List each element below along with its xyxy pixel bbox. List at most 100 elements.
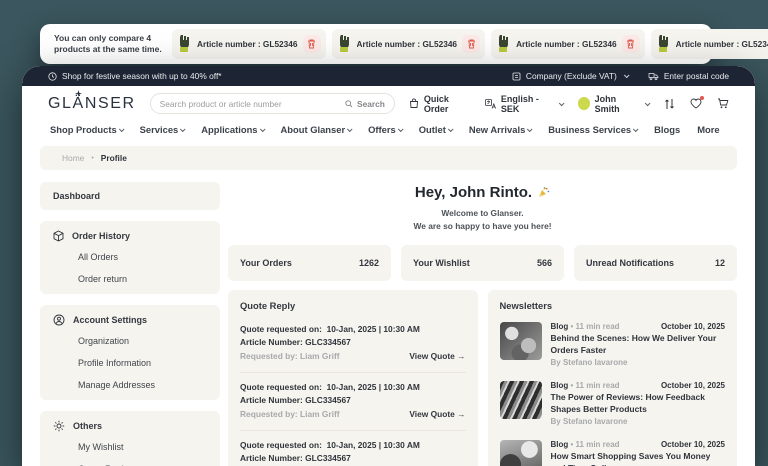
compare-product-chip[interactable]: Article number : GL52346	[491, 29, 645, 59]
user-menu[interactable]: John Smith	[578, 94, 651, 114]
quote-item: Quote requested on: 10-Jan, 2025 | 10:30…	[240, 373, 466, 432]
product-glove-thumbnail	[656, 34, 671, 54]
article-number-label: Article number : GL52346	[675, 39, 768, 49]
nav-services[interactable]: Services	[140, 124, 186, 135]
main-nav: Shop Products Services Applications Abou…	[22, 119, 755, 144]
nav-more[interactable]: More	[697, 124, 719, 135]
sidebar-item-all-orders[interactable]: All Orders	[53, 246, 207, 268]
breadcrumb-home[interactable]: Home	[62, 153, 84, 163]
company-icon	[512, 72, 521, 81]
stat-value: 1262	[358, 258, 379, 269]
greeting-title: Hey, John Rinto.	[415, 184, 550, 201]
sidebar-item-organization[interactable]: Organization	[53, 330, 207, 352]
compare-product-chip[interactable]: Article number : GL52346	[172, 29, 326, 59]
chevron-down-icon	[118, 125, 125, 132]
quote-article-number: Article Number: GLC334567	[240, 395, 351, 406]
account-settings-header[interactable]: Account Settings	[53, 314, 207, 326]
stat-card-notifications[interactable]: Unread Notifications 12	[574, 245, 737, 282]
nav-shop-products[interactable]: Shop Products	[50, 124, 125, 135]
nav-outlet[interactable]: Outlet	[419, 124, 454, 135]
newsletters-title: Newsletters	[499, 300, 553, 312]
nav-applications[interactable]: Applications	[201, 124, 266, 135]
newsletter-thumbnail	[499, 440, 542, 466]
stat-label: Unread Notifications	[586, 258, 675, 269]
postal-code-label: Enter postal code	[663, 71, 729, 81]
glanser-logo[interactable]: GLÄNSER	[48, 89, 136, 113]
wishlist-badge	[700, 96, 704, 100]
others-header[interactable]: Others	[53, 420, 207, 432]
sidebar-item-my-wishlist[interactable]: My Wishlist	[53, 436, 207, 458]
quote-requested-by: Requested by: Liam Griff	[240, 351, 340, 362]
quote-reply-title: Quote Reply	[240, 300, 296, 312]
nav-new-arrivals[interactable]: New Arrivals	[469, 124, 533, 135]
quick-order-button[interactable]: Quick Order	[409, 94, 470, 114]
remove-compare-item-button[interactable]	[621, 35, 640, 53]
main-page: Shop for festive season with up to 40% o…	[22, 66, 755, 466]
nav-business-services[interactable]: Business Services	[548, 124, 639, 135]
company-vat-selector[interactable]: Company (Exclude VAT)	[512, 71, 630, 81]
remove-compare-item-button[interactable]	[302, 35, 321, 53]
nav-offers[interactable]: Offers	[368, 124, 404, 135]
breadcrumb-separator: •	[91, 154, 94, 162]
sidebar-item-quote-reply[interactable]: Quote Reply	[53, 458, 207, 466]
site-header: GLÄNSER Search product or article number…	[22, 86, 755, 119]
remove-compare-item-button[interactable]	[462, 35, 481, 53]
stat-card-wishlist[interactable]: Your Wishlist 566	[401, 245, 564, 282]
wishlist-heart-icon[interactable]	[690, 96, 704, 109]
search-input[interactable]: Search product or article number Search	[149, 93, 395, 114]
newsletter-category: Blog	[550, 381, 569, 391]
chevron-down-icon	[346, 125, 353, 132]
language-selector[interactable]: English - SEK	[484, 94, 565, 114]
bag-icon	[409, 98, 419, 109]
translate-icon	[484, 98, 496, 109]
quick-order-label: Quick Order	[423, 93, 449, 114]
search-button-label: Search	[356, 98, 385, 109]
stat-label: Your Wishlist	[413, 258, 470, 269]
company-vat-label: Company (Exclude VAT)	[525, 71, 617, 81]
chevron-down-icon	[397, 125, 404, 132]
newsletter-author: By Stefano Iavarone	[550, 358, 628, 368]
nav-about-glanser[interactable]: About Glanser	[281, 124, 353, 135]
sidebar-section-order-history: Order History All Orders Order return	[40, 221, 220, 294]
postal-code-button[interactable]: Enter postal code	[648, 71, 729, 81]
breadcrumb: Home • Profile	[40, 146, 737, 170]
quote-item: Quote requested on: 10-Jan, 2025 | 10:30…	[240, 315, 466, 374]
sidebar-item-profile-information[interactable]: Profile Information	[53, 352, 207, 374]
chevron-down-icon	[527, 125, 533, 132]
quote-requested-value: 10-Jan, 2025 | 10:30 AM	[326, 382, 420, 393]
trash-icon	[626, 39, 635, 49]
article-number-label: Article number : GL52346	[516, 39, 617, 49]
view-quote-link[interactable]: View Quote →	[409, 408, 465, 421]
nav-blogs[interactable]: Blogs	[654, 124, 680, 135]
stat-value: 12	[714, 258, 725, 269]
compare-product-chip[interactable]: Article number : GL52346	[650, 29, 768, 59]
newsletters-panel: Newsletters Blog • 11 min read October 1…	[487, 290, 737, 466]
logo-text: GLÄNSER	[48, 94, 136, 112]
newsletter-item[interactable]: Blog • 11 min read October 10, 2025 Behi…	[499, 315, 725, 374]
compare-note: You can only compare 4 products at the s…	[54, 32, 162, 54]
newsletter-title: Behind the Scenes: How We Deliver Your O…	[550, 333, 717, 355]
sidebar-item-order-return[interactable]: Order return	[53, 268, 207, 290]
newsletter-date: October 10, 2025	[660, 440, 725, 450]
stat-card-orders[interactable]: Your Orders 1262	[228, 245, 391, 282]
newsletter-date: October 10, 2025	[660, 322, 725, 332]
sidebar-section-account-settings: Account Settings Organization Profile In…	[40, 305, 220, 400]
section-title: Others	[73, 421, 103, 431]
cart-icon[interactable]	[717, 98, 729, 109]
compare-nav-icon[interactable]	[664, 98, 675, 110]
sidebar-item-dashboard[interactable]: Dashboard	[40, 182, 220, 210]
quote-article-number: Article Number: GLC334567	[240, 453, 351, 464]
newsletter-item[interactable]: Blog • 11 min read October 10, 2025 The …	[499, 374, 725, 433]
view-quote-link[interactable]: View Quote →	[409, 350, 465, 363]
sidebar-item-manage-addresses[interactable]: Manage Addresses	[53, 374, 207, 396]
user-avatar	[578, 97, 590, 110]
newsletter-item[interactable]: Blog • 11 min read October 10, 2025 How …	[499, 433, 725, 466]
quote-requested-label: Quote requested on:	[240, 382, 322, 393]
newsletter-title: How Smart Shopping Saves You Money and T…	[550, 451, 711, 466]
article-number-label: Article number : GL52346	[197, 39, 298, 49]
order-history-header[interactable]: Order History	[53, 230, 207, 242]
trash-icon	[467, 39, 476, 49]
compare-product-chip[interactable]: Article number : GL52346	[331, 29, 486, 59]
stat-label: Your Orders	[240, 258, 292, 269]
search-button[interactable]: Search	[345, 99, 385, 109]
